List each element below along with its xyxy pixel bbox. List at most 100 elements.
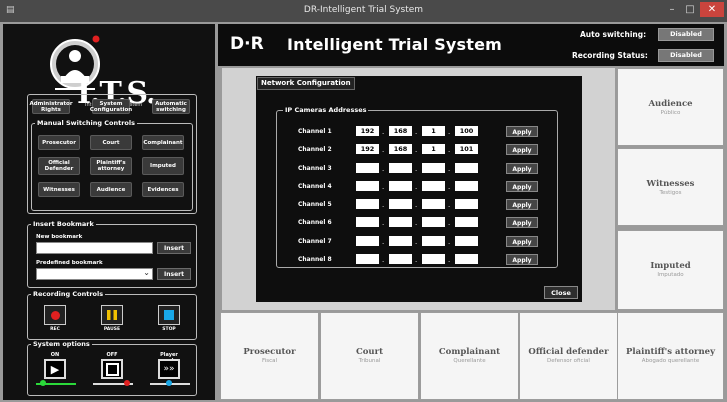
pause-button[interactable] — [101, 305, 123, 325]
ip-octet-input[interactable]: 100 — [455, 126, 478, 136]
ip-octet-input[interactable] — [455, 217, 478, 227]
apply-button[interactable]: Apply — [506, 254, 538, 265]
switch-official-defender-button[interactable]: Official Defender — [38, 157, 80, 175]
camera-tile[interactable]: Prosecutor Fiscal — [220, 312, 319, 400]
record-label: REC — [50, 327, 60, 332]
recording-controls-title: Recording Controls — [31, 290, 106, 298]
ip-octet-input[interactable]: 1 — [422, 126, 445, 136]
channel-label: Channel 5 — [298, 201, 332, 208]
ip-octet-input[interactable] — [389, 181, 412, 191]
ip-octet-input[interactable] — [422, 163, 445, 173]
apply-button[interactable]: Apply — [506, 217, 538, 228]
ip-octet-input[interactable]: 101 — [455, 144, 478, 154]
off-button[interactable] — [101, 359, 123, 379]
ip-octet-input[interactable] — [356, 163, 379, 173]
ip-octet-input[interactable]: 192 — [356, 144, 379, 154]
apply-button[interactable]: Apply — [506, 163, 538, 174]
ip-separator: . — [382, 165, 385, 173]
dr-logo: D·R — [230, 34, 264, 54]
app-header-title: Intelligent Trial System — [287, 35, 503, 54]
ip-octet-input[interactable] — [389, 217, 412, 227]
ip-octet-input[interactable] — [422, 217, 445, 227]
ip-octet-input[interactable] — [422, 199, 445, 209]
ip-octet-input[interactable] — [455, 181, 478, 191]
pause-label: PAUSE — [103, 327, 121, 332]
ip-octet-input[interactable] — [356, 181, 379, 191]
off-slider-knob[interactable] — [124, 380, 130, 386]
ip-octet-input[interactable] — [356, 236, 379, 246]
dialog-title: Network Configuration — [257, 77, 355, 90]
minimize-icon[interactable]: – — [664, 2, 680, 17]
new-bookmark-input[interactable] — [36, 242, 153, 254]
ip-octet-input[interactable] — [422, 181, 445, 191]
camera-tile[interactable]: Audience Público — [617, 68, 724, 146]
ip-octet-input[interactable]: 1 — [422, 144, 445, 154]
insert-new-bookmark-button[interactable]: Insert — [157, 242, 191, 254]
record-icon — [50, 310, 60, 320]
ip-separator: . — [415, 128, 418, 136]
ip-separator: . — [448, 146, 451, 154]
apply-button[interactable]: Apply — [506, 181, 538, 192]
stop-icon — [164, 310, 174, 320]
switch-complainant-button[interactable]: Complainant — [142, 135, 184, 150]
camera-tile[interactable]: Complainant Querellante — [420, 312, 519, 400]
switch-court-button[interactable]: Court — [90, 135, 132, 150]
on-slider-knob[interactable] — [40, 380, 46, 386]
ip-octet-input[interactable] — [455, 254, 478, 264]
on-button[interactable]: ▶ — [44, 359, 66, 379]
auto-switching-label: Auto switching: — [580, 30, 647, 39]
ip-octet-input[interactable] — [389, 236, 412, 246]
ip-separator: . — [382, 146, 385, 154]
apply-button[interactable]: Apply — [506, 199, 538, 210]
camera-tile[interactable]: Plaintiff's attorney Abogado querellante — [617, 312, 724, 400]
system-configuration-button[interactable]: System Configuration — [90, 99, 132, 114]
switch-imputed-button[interactable]: Imputed — [142, 157, 184, 175]
player-mode-button[interactable]: »» — [158, 359, 180, 379]
switch-audience-button[interactable]: Audience — [90, 182, 132, 197]
automatic-switching-button[interactable]: Automatic switching — [152, 99, 190, 114]
ip-separator: . — [415, 219, 418, 227]
camera-tile[interactable]: Witnesses Testigos — [617, 148, 724, 226]
record-button[interactable] — [44, 305, 66, 325]
switch-plaintiffs-attorney-button[interactable]: Plaintiff's attorney — [90, 157, 132, 175]
apply-button[interactable]: Apply — [506, 126, 538, 137]
close-window-button[interactable]: ✕ — [700, 2, 724, 17]
ip-octet-input[interactable] — [422, 236, 445, 246]
camera-tile[interactable]: Official defender Defensor oficial — [519, 312, 618, 400]
ip-octet-input[interactable] — [356, 217, 379, 227]
ip-octet-input[interactable] — [356, 199, 379, 209]
ip-octet-input[interactable] — [389, 254, 412, 264]
apply-button[interactable]: Apply — [506, 144, 538, 155]
ip-separator: . — [382, 183, 385, 191]
apply-button[interactable]: Apply — [506, 236, 538, 247]
ip-octet-input[interactable]: 168 — [389, 126, 412, 136]
ip-octet-input[interactable] — [389, 199, 412, 209]
manual-switching-group: Manual Switching Controls Prosecutor Cou… — [31, 119, 193, 211]
camera-tile[interactable]: Imputed Imputado — [617, 230, 724, 310]
ip-octet-input[interactable]: 192 — [356, 126, 379, 136]
camera-tile-subtitle: Fiscal — [261, 358, 278, 364]
ip-octet-input[interactable] — [455, 236, 478, 246]
predefined-bookmark-select[interactable]: ⌄ — [36, 268, 153, 280]
ip-octet-input[interactable] — [389, 163, 412, 173]
camera-tile-name: Audience — [648, 99, 693, 109]
manual-switching-title: Manual Switching Controls — [35, 119, 137, 127]
system-options-title: System options — [31, 340, 92, 348]
switch-prosecutor-button[interactable]: Prosecutor — [38, 135, 80, 150]
recording-controls-group: Recording Controls REC PAUSE STOP — [27, 290, 197, 340]
close-dialog-button[interactable]: Close — [544, 286, 578, 299]
ip-octet-input[interactable]: 168 — [389, 144, 412, 154]
switch-evidences-button[interactable]: Evidences — [142, 182, 184, 197]
insert-predefined-bookmark-button[interactable]: Insert — [157, 268, 191, 280]
camera-tile[interactable]: Court Tribunal — [320, 312, 419, 400]
ip-octet-input[interactable] — [455, 163, 478, 173]
ip-octet-input[interactable] — [455, 199, 478, 209]
ip-separator: . — [415, 201, 418, 209]
ip-octet-input[interactable] — [356, 254, 379, 264]
player-slider-knob[interactable] — [166, 380, 172, 386]
ip-octet-input[interactable] — [422, 254, 445, 264]
stop-button[interactable] — [158, 305, 180, 325]
admin-rights-button[interactable]: Administrator Rights — [29, 99, 73, 114]
switch-witnesses-button[interactable]: Witnesses — [38, 182, 80, 197]
maximize-icon[interactable]: □ — [682, 2, 698, 17]
